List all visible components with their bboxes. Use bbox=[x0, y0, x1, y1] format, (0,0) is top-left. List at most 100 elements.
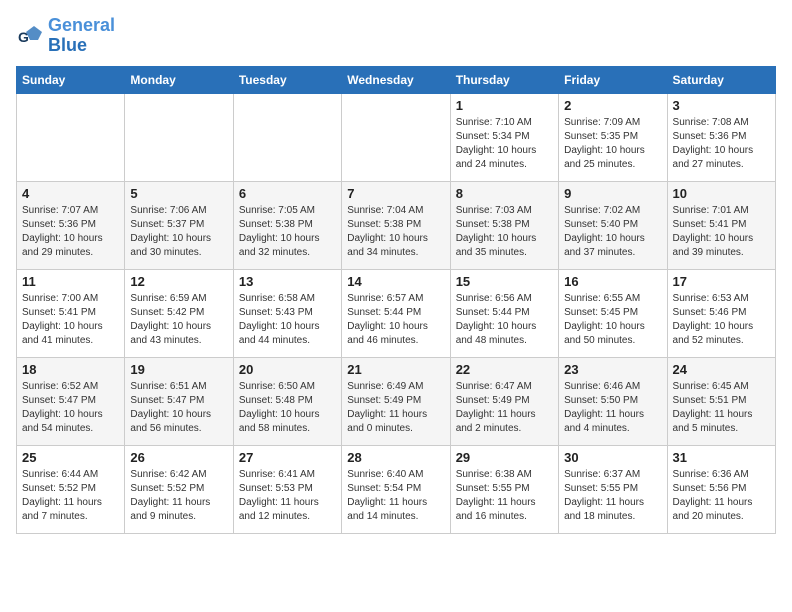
day-info: Sunrise: 6:38 AM Sunset: 5:55 PM Dayligh… bbox=[456, 468, 553, 524]
day-cell bbox=[342, 93, 450, 181]
day-info: Sunrise: 6:40 AM Sunset: 5:54 PM Dayligh… bbox=[347, 468, 444, 524]
column-header-friday: Friday bbox=[559, 66, 667, 93]
day-cell: 16 Sunrise: 6:55 AM Sunset: 5:45 PM Dayli… bbox=[559, 269, 667, 357]
logo-icon: G bbox=[16, 22, 44, 50]
day-info: Sunrise: 7:10 AM Sunset: 5:34 PM Dayligh… bbox=[456, 116, 553, 172]
day-cell: 1Sunrise: 7:10 AM Sunset: 5:34 PM Daylig… bbox=[450, 93, 558, 181]
day-info: Sunrise: 6:53 AM Sunset: 5:46 PM Dayligh… bbox=[673, 292, 770, 348]
week-row-1: 1Sunrise: 7:10 AM Sunset: 5:34 PM Daylig… bbox=[17, 93, 776, 181]
day-info: Sunrise: 6:42 AM Sunset: 5:52 PM Dayligh… bbox=[130, 468, 227, 524]
day-info: Sunrise: 6:41 AM Sunset: 5:53 PM Dayligh… bbox=[239, 468, 336, 524]
day-number: 4 bbox=[22, 186, 119, 201]
column-header-monday: Monday bbox=[125, 66, 233, 93]
day-info: Sunrise: 7:03 AM Sunset: 5:38 PM Dayligh… bbox=[456, 204, 553, 260]
day-info: Sunrise: 6:44 AM Sunset: 5:52 PM Dayligh… bbox=[22, 468, 119, 524]
day-cell: 27 Sunrise: 6:41 AM Sunset: 5:53 PM Dayli… bbox=[233, 445, 341, 533]
week-row-5: 25 Sunrise: 6:44 AM Sunset: 5:52 PM Dayli… bbox=[17, 445, 776, 533]
logo: G General Blue bbox=[16, 16, 115, 56]
day-number: 24 bbox=[673, 362, 770, 377]
day-number: 16 bbox=[564, 274, 661, 289]
day-cell bbox=[17, 93, 125, 181]
day-info: Sunrise: 6:55 AM Sunset: 5:45 PM Dayligh… bbox=[564, 292, 661, 348]
day-info: Sunrise: 6:51 AM Sunset: 5:47 PM Dayligh… bbox=[130, 380, 227, 436]
day-number: 7 bbox=[347, 186, 444, 201]
day-info: Sunrise: 7:05 AM Sunset: 5:38 PM Dayligh… bbox=[239, 204, 336, 260]
day-info: Sunrise: 7:07 AM Sunset: 5:36 PM Dayligh… bbox=[22, 204, 119, 260]
day-cell: 6 Sunrise: 7:05 AM Sunset: 5:38 PM Daylig… bbox=[233, 181, 341, 269]
day-cell: 19 Sunrise: 6:51 AM Sunset: 5:47 PM Dayli… bbox=[125, 357, 233, 445]
day-cell: 26 Sunrise: 6:42 AM Sunset: 5:52 PM Dayli… bbox=[125, 445, 233, 533]
week-row-3: 11 Sunrise: 7:00 AM Sunset: 5:41 PM Dayli… bbox=[17, 269, 776, 357]
day-cell: 14Sunrise: 6:57 AM Sunset: 5:44 PM Dayli… bbox=[342, 269, 450, 357]
day-cell: 31 Sunrise: 6:36 AM Sunset: 5:56 PM Dayli… bbox=[667, 445, 775, 533]
day-cell: 8 Sunrise: 7:03 AM Sunset: 5:38 PM Daylig… bbox=[450, 181, 558, 269]
day-cell: 20 Sunrise: 6:50 AM Sunset: 5:48 PM Dayli… bbox=[233, 357, 341, 445]
day-cell: 15Sunrise: 6:56 AM Sunset: 5:44 PM Dayli… bbox=[450, 269, 558, 357]
day-info: Sunrise: 7:04 AM Sunset: 5:38 PM Dayligh… bbox=[347, 204, 444, 260]
day-number: 31 bbox=[673, 450, 770, 465]
day-cell: 23 Sunrise: 6:46 AM Sunset: 5:50 PM Dayli… bbox=[559, 357, 667, 445]
day-number: 18 bbox=[22, 362, 119, 377]
day-number: 17 bbox=[673, 274, 770, 289]
day-cell: 17 Sunrise: 6:53 AM Sunset: 5:46 PM Dayli… bbox=[667, 269, 775, 357]
header-row: SundayMondayTuesdayWednesdayThursdayFrid… bbox=[17, 66, 776, 93]
day-info: Sunrise: 6:57 AM Sunset: 5:44 PM Dayligh… bbox=[347, 292, 444, 348]
day-cell: 11 Sunrise: 7:00 AM Sunset: 5:41 PM Dayli… bbox=[17, 269, 125, 357]
column-header-tuesday: Tuesday bbox=[233, 66, 341, 93]
day-number: 22 bbox=[456, 362, 553, 377]
column-header-saturday: Saturday bbox=[667, 66, 775, 93]
week-row-4: 18Sunrise: 6:52 AM Sunset: 5:47 PM Dayli… bbox=[17, 357, 776, 445]
day-number: 26 bbox=[130, 450, 227, 465]
day-number: 2 bbox=[564, 98, 661, 113]
day-info: Sunrise: 6:50 AM Sunset: 5:48 PM Dayligh… bbox=[239, 380, 336, 436]
day-number: 3 bbox=[673, 98, 770, 113]
day-number: 11 bbox=[22, 274, 119, 289]
day-info: Sunrise: 7:09 AM Sunset: 5:35 PM Dayligh… bbox=[564, 116, 661, 172]
day-info: Sunrise: 6:36 AM Sunset: 5:56 PM Dayligh… bbox=[673, 468, 770, 524]
day-number: 25 bbox=[22, 450, 119, 465]
day-cell: 5 Sunrise: 7:06 AM Sunset: 5:37 PM Daylig… bbox=[125, 181, 233, 269]
column-header-thursday: Thursday bbox=[450, 66, 558, 93]
calendar-header: SundayMondayTuesdayWednesdayThursdayFrid… bbox=[17, 66, 776, 93]
day-info: Sunrise: 6:49 AM Sunset: 5:49 PM Dayligh… bbox=[347, 380, 444, 436]
day-cell: 18Sunrise: 6:52 AM Sunset: 5:47 PM Dayli… bbox=[17, 357, 125, 445]
day-info: Sunrise: 6:46 AM Sunset: 5:50 PM Dayligh… bbox=[564, 380, 661, 436]
column-header-sunday: Sunday bbox=[17, 66, 125, 93]
day-cell bbox=[233, 93, 341, 181]
day-info: Sunrise: 6:58 AM Sunset: 5:43 PM Dayligh… bbox=[239, 292, 336, 348]
day-number: 5 bbox=[130, 186, 227, 201]
day-cell: 2 Sunrise: 7:09 AM Sunset: 5:35 PM Daylig… bbox=[559, 93, 667, 181]
day-info: Sunrise: 7:00 AM Sunset: 5:41 PM Dayligh… bbox=[22, 292, 119, 348]
day-number: 23 bbox=[564, 362, 661, 377]
day-number: 30 bbox=[564, 450, 661, 465]
day-info: Sunrise: 6:37 AM Sunset: 5:55 PM Dayligh… bbox=[564, 468, 661, 524]
day-cell: 10Sunrise: 7:01 AM Sunset: 5:41 PM Dayli… bbox=[667, 181, 775, 269]
day-number: 9 bbox=[564, 186, 661, 201]
day-number: 21 bbox=[347, 362, 444, 377]
day-info: Sunrise: 6:45 AM Sunset: 5:51 PM Dayligh… bbox=[673, 380, 770, 436]
day-info: Sunrise: 7:08 AM Sunset: 5:36 PM Dayligh… bbox=[673, 116, 770, 172]
day-number: 8 bbox=[456, 186, 553, 201]
day-cell: 28Sunrise: 6:40 AM Sunset: 5:54 PM Dayli… bbox=[342, 445, 450, 533]
day-cell: 21 Sunrise: 6:49 AM Sunset: 5:49 PM Dayli… bbox=[342, 357, 450, 445]
day-number: 20 bbox=[239, 362, 336, 377]
column-header-wednesday: Wednesday bbox=[342, 66, 450, 93]
day-cell: 22Sunrise: 6:47 AM Sunset: 5:49 PM Dayli… bbox=[450, 357, 558, 445]
logo-text: General Blue bbox=[48, 16, 115, 56]
calendar-body: 1Sunrise: 7:10 AM Sunset: 5:34 PM Daylig… bbox=[17, 93, 776, 533]
day-number: 6 bbox=[239, 186, 336, 201]
day-cell: 7 Sunrise: 7:04 AM Sunset: 5:38 PM Daylig… bbox=[342, 181, 450, 269]
week-row-2: 4 Sunrise: 7:07 AM Sunset: 5:36 PM Daylig… bbox=[17, 181, 776, 269]
page-header: G General Blue bbox=[16, 16, 776, 56]
day-number: 27 bbox=[239, 450, 336, 465]
day-number: 10 bbox=[673, 186, 770, 201]
calendar-table: SundayMondayTuesdayWednesdayThursdayFrid… bbox=[16, 66, 776, 534]
day-number: 29 bbox=[456, 450, 553, 465]
day-cell: 29 Sunrise: 6:38 AM Sunset: 5:55 PM Dayli… bbox=[450, 445, 558, 533]
day-number: 19 bbox=[130, 362, 227, 377]
day-cell bbox=[125, 93, 233, 181]
day-number: 13 bbox=[239, 274, 336, 289]
day-cell: 3 Sunrise: 7:08 AM Sunset: 5:36 PM Daylig… bbox=[667, 93, 775, 181]
day-info: Sunrise: 7:02 AM Sunset: 5:40 PM Dayligh… bbox=[564, 204, 661, 260]
day-info: Sunrise: 7:06 AM Sunset: 5:37 PM Dayligh… bbox=[130, 204, 227, 260]
